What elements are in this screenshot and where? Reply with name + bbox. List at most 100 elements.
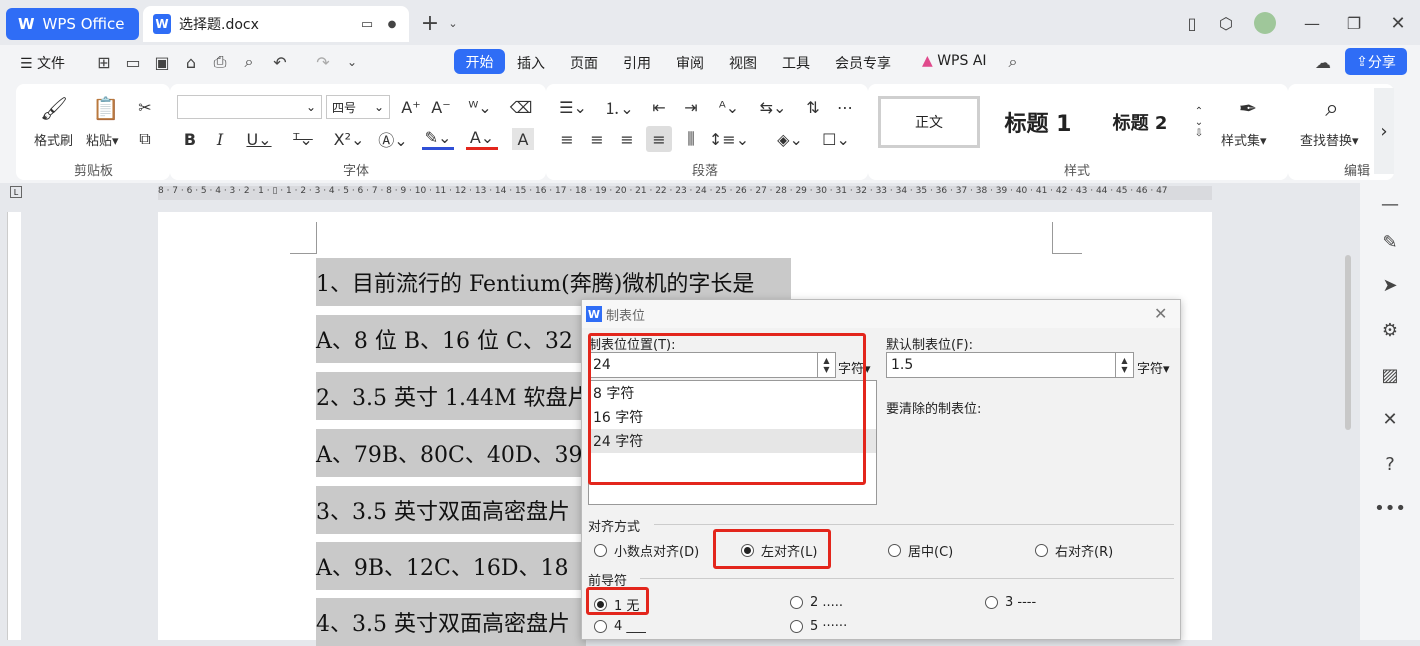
grow-font-icon[interactable]: A⁺ [400, 96, 422, 118]
italic-icon[interactable]: I [210, 128, 230, 150]
sort-icon[interactable]: ⇅ [802, 96, 824, 118]
align-center-radio[interactable]: 居中(C) [888, 541, 953, 560]
style-set-label[interactable]: 样式集▾ [1221, 130, 1267, 149]
horizontal-ruler[interactable]: 8 · 7 · 6 · 5 · 4 · 3 · 2 · 1 · ▯ · 1 · … [158, 186, 1212, 200]
dialog-close-icon[interactable]: ✕ [1154, 304, 1167, 323]
paste-icon[interactable]: 📋 [92, 96, 120, 122]
format-painter-label[interactable]: 格式刷 [34, 130, 73, 149]
paragraph-shading-icon[interactable]: ◈⌄ [774, 128, 806, 150]
new-tab-plus-icon[interactable]: + [420, 11, 440, 36]
borders-icon[interactable]: ☐⌄ [820, 128, 852, 150]
print-preview-icon[interactable]: ⌕ [240, 52, 258, 71]
tab-insert[interactable]: 插入 [517, 53, 545, 73]
help-icon[interactable]: ? [1378, 452, 1402, 476]
export-icon[interactable]: ⌂ [182, 53, 200, 72]
align-center-icon[interactable]: ≡ [586, 128, 608, 150]
shrink-font-icon[interactable]: A⁻ [430, 96, 452, 118]
default-tab-spinner[interactable]: ▲ ▼ [1115, 352, 1133, 378]
more-icon[interactable]: ••• [1374, 496, 1406, 520]
find-replace-icon[interactable]: ⌕ [1318, 94, 1346, 122]
redo-icon[interactable]: ↷ [314, 53, 332, 72]
new-doc-icon[interactable]: ⊞ [95, 53, 113, 72]
cube-icon[interactable]: ⬡ [1216, 13, 1236, 33]
tab-member[interactable]: 会员专享 [835, 53, 891, 73]
vertical-ruler[interactable] [7, 212, 21, 640]
tab-home[interactable]: 开始 [454, 49, 505, 74]
minimize-icon[interactable]: — [1302, 13, 1322, 33]
vertical-scrollbar[interactable] [1345, 255, 1351, 430]
format-painter-icon[interactable]: 🖌 [40, 96, 68, 122]
default-tab-input[interactable]: 1.5 ▲ ▼ [886, 352, 1134, 378]
font-color-icon[interactable]: A⌄ [466, 128, 498, 150]
increase-indent-icon[interactable]: ⇥ [680, 96, 702, 118]
style-heading1[interactable]: 标题 1 [990, 96, 1086, 148]
tools-icon[interactable]: ✕ [1378, 407, 1402, 431]
close-window-icon[interactable]: ✕ [1388, 13, 1408, 34]
tab-view[interactable]: 视图 [729, 53, 757, 73]
numbered-list-icon[interactable]: ⒈⌄ [604, 96, 634, 118]
doc-line-2[interactable]: A、8 位 B、16 位 C、32 [316, 315, 586, 363]
highlight-icon[interactable]: ✎⌄ [422, 128, 454, 150]
style-heading2[interactable]: 标题 2 [1098, 96, 1182, 148]
doc-line-5[interactable]: 3、3.5 英寸双面高密盘片 [316, 486, 586, 534]
tab-close-dot-icon[interactable]: ● [383, 15, 401, 33]
font-name-select[interactable]: ⌄ [177, 95, 322, 119]
text-effect-icon[interactable]: Ⓐ⌄ [378, 128, 408, 150]
cursor-icon[interactable]: ➤ [1378, 273, 1402, 297]
find-replace-label[interactable]: 查找替换▾ [1300, 130, 1359, 149]
leader-dashes-radio[interactable]: 3 ---- [985, 595, 1036, 610]
default-tab-unit[interactable]: 字符▾ [1137, 358, 1170, 377]
font-size-select[interactable]: 四号 ⌄ [326, 95, 390, 119]
underline-icon[interactable]: U⌄ [244, 128, 274, 150]
monitor-icon[interactable]: ▭ [358, 15, 376, 33]
cloud-icon[interactable]: ☁ [1313, 52, 1333, 72]
wps-home-tab[interactable]: W WPS Office [6, 8, 139, 40]
doc-line-4[interactable]: A、79B、80C、40D、39 [316, 429, 586, 477]
copy-icon[interactable]: ⧉ [134, 128, 156, 150]
bullet-list-icon[interactable]: ☰⌄ [558, 96, 588, 118]
tab-references[interactable]: 引用 [623, 53, 651, 73]
cut-icon[interactable]: ✂ [134, 96, 156, 118]
undo-icon[interactable]: ↶ [271, 53, 289, 72]
collapse-icon[interactable]: — [1378, 192, 1402, 216]
layout-icon[interactable]: ▯ [1182, 13, 1202, 33]
restore-icon[interactable]: ❐ [1344, 13, 1364, 33]
image-edit-icon[interactable]: ▨ [1378, 363, 1402, 387]
open-folder-icon[interactable]: ▭ [124, 53, 142, 72]
justify-icon[interactable]: ≡ [646, 126, 672, 152]
tab-list-chevron-icon[interactable]: ⌄ [446, 14, 460, 32]
decrease-indent-icon[interactable]: ⇤ [648, 96, 670, 118]
char-shading-icon[interactable]: A [512, 128, 534, 150]
line-spacing-icon[interactable]: ↕≡⌄ [709, 128, 749, 150]
phonetic-icon[interactable]: ᵂ⌄ [465, 96, 495, 118]
print-icon[interactable]: ⎙ [211, 52, 229, 71]
align-right-radio[interactable]: 右对齐(R) [1035, 541, 1113, 560]
distributed-icon[interactable]: ⫼ [680, 128, 702, 150]
bold-icon[interactable]: B [180, 128, 200, 150]
show-marks-icon[interactable]: ⋯ [834, 96, 856, 118]
style-set-icon[interactable]: ✒ [1234, 96, 1262, 122]
quick-access-chevron-icon[interactable]: ⌄ [344, 53, 360, 71]
doc-line-3[interactable]: 2、3.5 英寸 1.44M 软盘片 [316, 372, 589, 420]
adjust-icon[interactable]: ⚙ [1378, 318, 1402, 342]
doc-line-7[interactable]: 4、3.5 英寸双面高密盘片 [316, 598, 586, 646]
style-normal[interactable]: 正文 [878, 96, 980, 148]
tab-type-selector[interactable]: L [10, 186, 22, 198]
clear-format-icon[interactable]: ⌫ [510, 96, 533, 118]
tab-tools[interactable]: 工具 [782, 53, 810, 73]
paste-label[interactable]: 粘贴▾ [86, 130, 119, 149]
style-scroll-icon[interactable]: ⌃ ⌄ ⇩ [1192, 96, 1206, 148]
strikethrough-icon[interactable]: ᵀ⌄ [288, 128, 318, 150]
doc-line-6[interactable]: A、9B、12C、16D、18 [316, 542, 586, 590]
pen-icon[interactable]: ✎ [1378, 230, 1402, 254]
align-decimal-radio[interactable]: 小数点对齐(D) [594, 541, 699, 560]
file-menu[interactable]: ☰ 文件 [20, 53, 65, 73]
save-icon[interactable]: ▣ [153, 53, 171, 72]
share-button[interactable]: ⇪ 分享 [1345, 48, 1407, 75]
leader-underline-radio[interactable]: 4 ___ [594, 619, 646, 634]
leader-dots-radio[interactable]: 2 ..... [790, 595, 843, 610]
chinese-layout-icon[interactable]: ᴬ⌄ [712, 96, 746, 118]
wps-ai-button[interactable]: ▲ WPS AI [922, 53, 987, 69]
text-direction-icon[interactable]: ⇆⌄ [758, 96, 788, 118]
tab-review[interactable]: 审阅 [676, 53, 704, 73]
